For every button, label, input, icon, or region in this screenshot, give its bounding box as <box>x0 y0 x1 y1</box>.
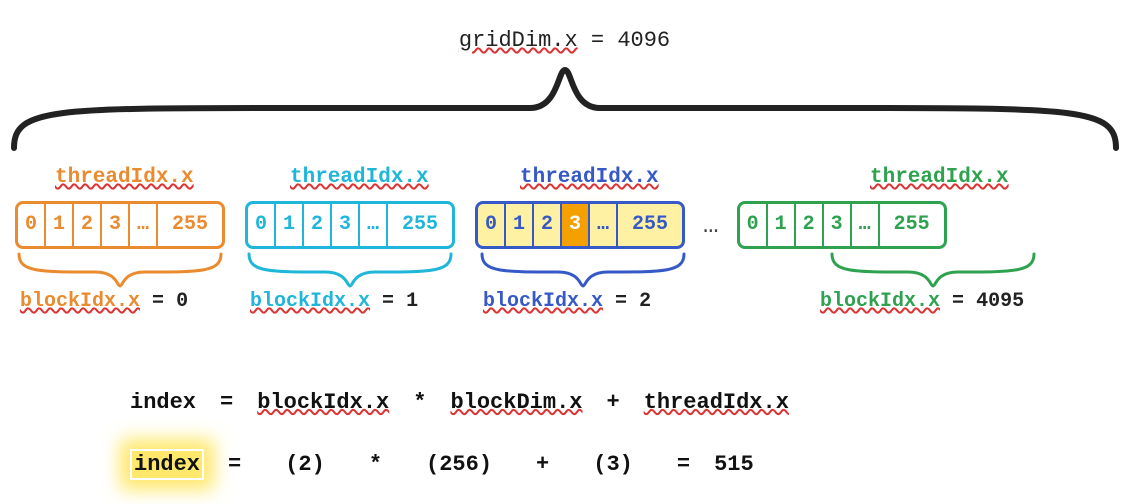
block-2: 0 1 2 3 … 255 <box>475 201 685 249</box>
formula-lhs: index <box>130 390 196 415</box>
cell: 1 <box>46 204 74 246</box>
cell: … <box>852 204 880 246</box>
block-idx-value: 0 <box>176 290 188 313</box>
cell: 1 <box>506 204 534 246</box>
cell: 0 <box>478 204 506 246</box>
block-idx-eq: = <box>952 290 976 313</box>
block-0: 0 1 2 3 … 255 <box>15 201 225 249</box>
block-idx-value: 2 <box>639 290 651 313</box>
formula-blockdim: blockDim.x <box>450 390 582 415</box>
example-threadidx: (3) <box>593 452 633 477</box>
thread-label-2: threadIdx.x <box>520 166 659 189</box>
index-formula: index = blockIdx.x * blockDim.x + thread… <box>130 378 789 488</box>
thread-label-3: threadIdx.x <box>870 166 1009 189</box>
blocks-ellipsis: … <box>703 210 719 240</box>
formula-eq: = <box>220 390 233 415</box>
example-plus: + <box>536 452 549 477</box>
cell: 3 <box>824 204 852 246</box>
formula-symbolic-row: index = blockIdx.x * blockDim.x + thread… <box>130 378 789 426</box>
example-eq: = <box>228 452 241 477</box>
block-idx-label-2: blockIdx.x = 2 <box>483 290 651 313</box>
block-brace-1 <box>245 250 455 290</box>
cell: 0 <box>18 204 46 246</box>
formula-mul: * <box>413 390 426 415</box>
cell: … <box>590 204 618 246</box>
example-blockidx: (2) <box>285 452 325 477</box>
example-mul: * <box>369 452 382 477</box>
cell: 255 <box>388 204 452 246</box>
cell: 255 <box>880 204 944 246</box>
example-lhs: index <box>130 449 204 480</box>
cell: 0 <box>740 204 768 246</box>
block-idx-name: blockIdx.x <box>20 290 140 313</box>
cell: 2 <box>534 204 562 246</box>
example-result: 515 <box>714 452 754 477</box>
block-idx-value: 4095 <box>976 290 1024 313</box>
blocks-row: 0 1 2 3 … 255 0 1 2 3 … 255 0 1 2 3 … 25… <box>15 200 1115 250</box>
cell: 3 <box>102 204 130 246</box>
formula-plus: + <box>606 390 619 415</box>
block-idx-eq: = <box>152 290 176 313</box>
formula-blockidx: blockIdx.x <box>257 390 389 415</box>
cell: 1 <box>768 204 796 246</box>
cell: 2 <box>74 204 102 246</box>
block-1: 0 1 2 3 … 255 <box>245 201 455 249</box>
example-eq2: = <box>677 452 690 477</box>
cell: 1 <box>276 204 304 246</box>
block-idx-name: blockIdx.x <box>820 290 940 313</box>
grid-dim-brace <box>10 62 1120 152</box>
thread-label-1: threadIdx.x <box>290 166 429 189</box>
formula-example-row: index = (2) * (256) + (3) = 515 <box>130 440 789 488</box>
block-idx-value: 1 <box>406 290 418 313</box>
cell: … <box>360 204 388 246</box>
block-3: 0 1 2 3 … 255 <box>737 201 947 249</box>
cell: 2 <box>796 204 824 246</box>
block-idx-label-0: blockIdx.x = 0 <box>20 290 188 313</box>
formula-threadidx: threadIdx.x <box>644 390 789 415</box>
cell: 255 <box>158 204 222 246</box>
cell: 3 <box>332 204 360 246</box>
block-brace-2 <box>478 250 688 290</box>
block-idx-name: blockIdx.x <box>250 290 370 313</box>
grid-dim-value: 4096 <box>617 28 670 53</box>
block-idx-label-3: blockIdx.x = 4095 <box>820 290 1024 313</box>
block-idx-name: blockIdx.x <box>483 290 603 313</box>
grid-dim-name: gridDim.x <box>459 28 578 53</box>
example-blockdim: (256) <box>426 452 492 477</box>
block-brace-3 <box>828 250 1038 290</box>
block-idx-label-1: blockIdx.x = 1 <box>250 290 418 313</box>
grid-dim-eq: = <box>591 28 617 53</box>
thread-label-0: threadIdx.x <box>55 166 194 189</box>
block-idx-eq: = <box>382 290 406 313</box>
cell: … <box>130 204 158 246</box>
block-idx-eq: = <box>615 290 639 313</box>
cell: 0 <box>248 204 276 246</box>
highlighted-cell: 3 <box>562 204 590 246</box>
block-brace-0 <box>15 250 225 290</box>
cell: 255 <box>618 204 682 246</box>
cell: 2 <box>304 204 332 246</box>
grid-dim-label: gridDim.x = 4096 <box>0 28 1129 53</box>
